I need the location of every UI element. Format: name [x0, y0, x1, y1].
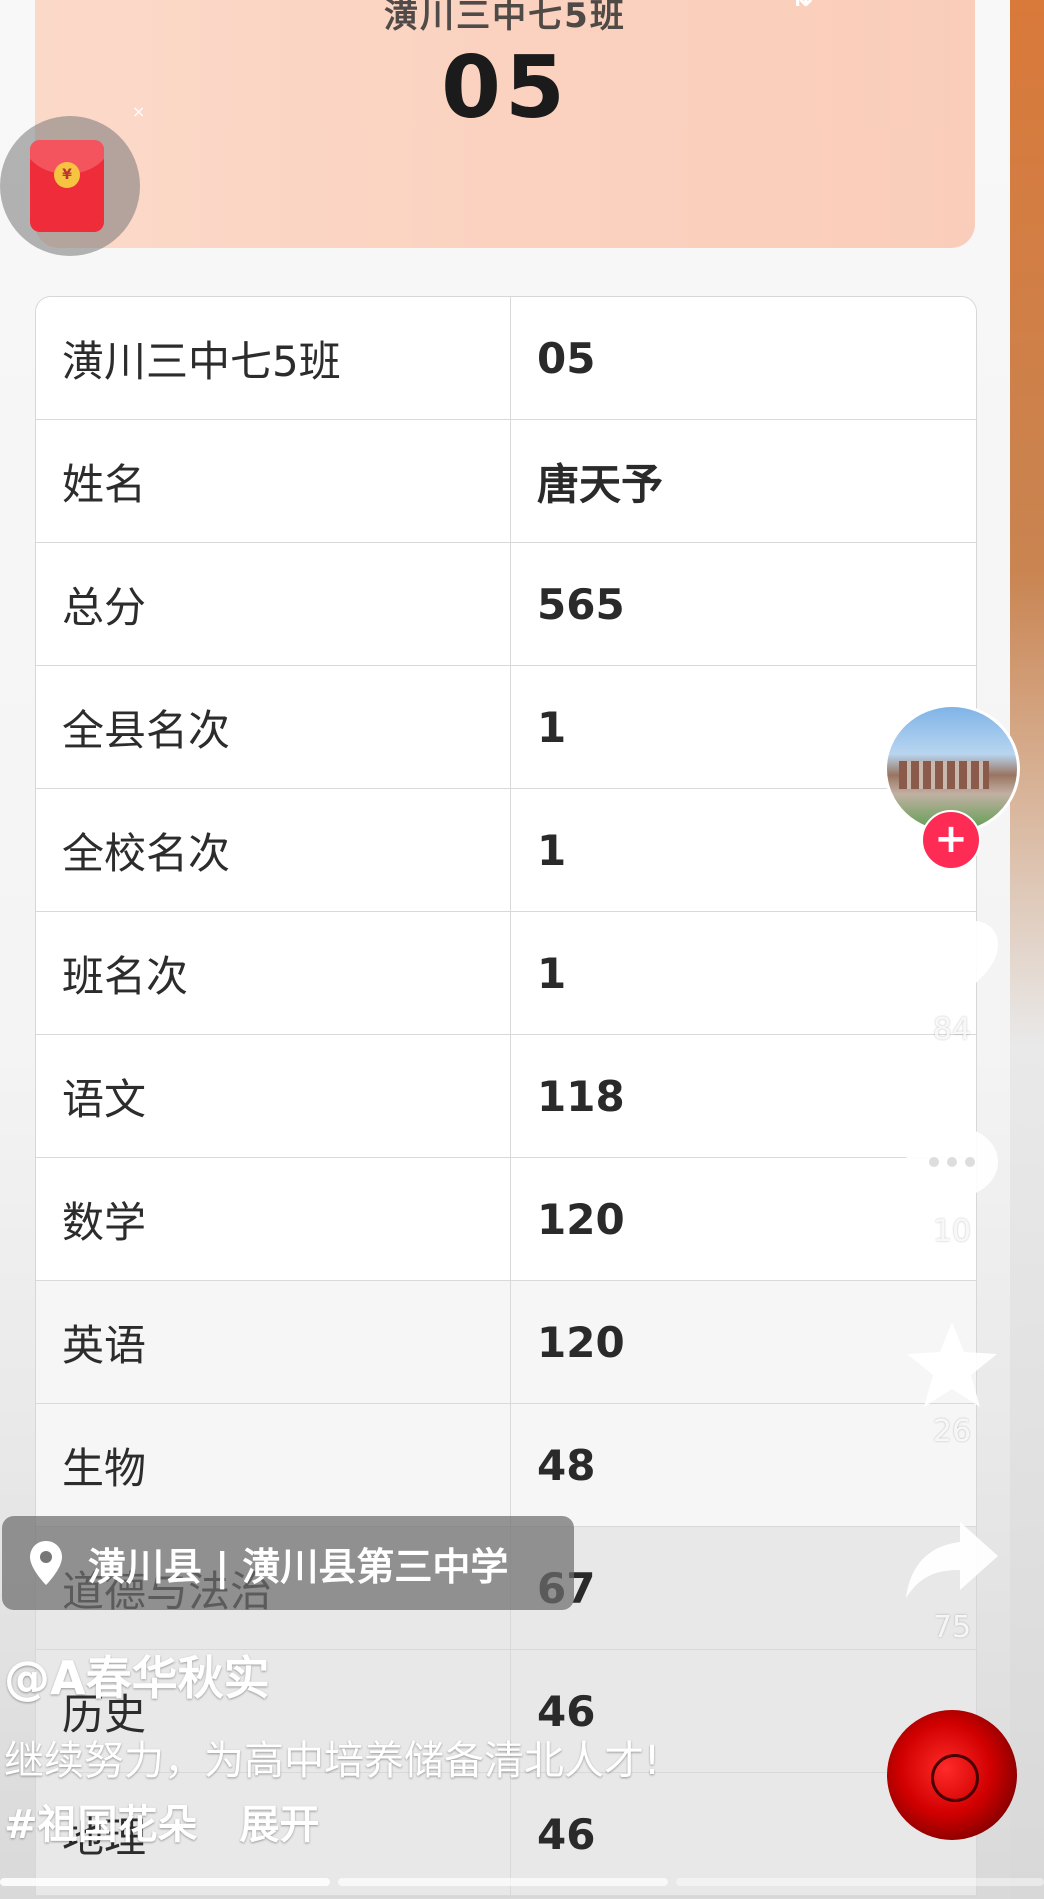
- header-title: 潢川三中七5班: [384, 0, 626, 36]
- table-row: 英语 120: [36, 1281, 976, 1404]
- author-name[interactable]: @A春华秋实: [4, 1642, 270, 1708]
- row-label: 全县名次: [36, 666, 511, 788]
- progress-bar[interactable]: [0, 1878, 1044, 1886]
- red-packet-icon: ¥: [30, 140, 104, 232]
- location-chip[interactable]: 潢川县 | 潢川县第三中学: [2, 1516, 574, 1610]
- hashtag-link[interactable]: #祖国花朵: [4, 1802, 198, 1848]
- table-row: 潢川三中七5班 05: [36, 297, 976, 420]
- share-icon: [906, 1522, 998, 1598]
- table-row: 总分 565: [36, 543, 976, 666]
- row-label: 姓名: [36, 420, 511, 542]
- video-screen: 潢川三中七5班 05 ⇅ × ¥ 潢川三中七5班05姓名唐天予总分565全县名次…: [0, 0, 1044, 1899]
- favorite-count: 26: [932, 1414, 972, 1449]
- comment-button[interactable]: 10: [900, 1120, 1004, 1249]
- favorite-button[interactable]: 26: [900, 1320, 1004, 1449]
- row-value: 05: [537, 333, 596, 383]
- row-label: 班名次: [36, 912, 511, 1034]
- table-row: 数学 120: [36, 1158, 976, 1281]
- comment-count: 10: [932, 1214, 972, 1249]
- close-icon[interactable]: ×: [132, 102, 145, 121]
- row-label: 生物: [36, 1404, 511, 1526]
- table-row: 全校名次 1: [36, 789, 976, 912]
- music-disc-icon[interactable]: [887, 1710, 1017, 1840]
- like-button[interactable]: 84: [900, 918, 1004, 1047]
- edge-strip: [1010, 0, 1044, 1899]
- table-row: 全县名次 1: [36, 666, 976, 789]
- heart-icon: [906, 921, 998, 1002]
- row-label: 英语: [36, 1281, 511, 1403]
- red-packet-button[interactable]: ¥: [0, 116, 140, 256]
- location-pin-icon: [30, 1541, 62, 1585]
- progress-segment: [0, 1878, 330, 1886]
- share-button[interactable]: 75: [900, 1516, 1004, 1645]
- caption-text: 继续努力，为高中培养储备清北人才!: [4, 1738, 661, 1784]
- caption-tags: #祖国花朵 展开: [4, 1792, 347, 1850]
- header-class-code: 05: [441, 38, 569, 138]
- table-row: 生物 48: [36, 1404, 976, 1527]
- like-count: 84: [932, 1012, 972, 1047]
- row-value: 唐天予: [537, 459, 664, 509]
- row-value: 565: [537, 579, 625, 629]
- comment-icon: [906, 1126, 998, 1206]
- table-row: 班名次 1: [36, 912, 976, 1035]
- header-card: 潢川三中七5班 05 ⇅: [35, 0, 975, 248]
- row-label: 总分: [36, 543, 511, 665]
- progress-segment: [676, 1878, 1044, 1886]
- row-label: 全校名次: [36, 789, 511, 911]
- share-count: 75: [932, 1610, 972, 1645]
- expand-link[interactable]: 展开: [239, 1802, 319, 1848]
- progress-segment: [338, 1878, 668, 1886]
- location-text: 潢川县 | 潢川县第三中学: [88, 1544, 509, 1589]
- row-label: 语文: [36, 1035, 511, 1157]
- header-sort-icon: ⇅: [790, 0, 830, 13]
- follow-button[interactable]: +: [921, 810, 981, 870]
- table-row: 姓名 唐天予: [36, 420, 976, 543]
- row-label: 数学: [36, 1158, 511, 1280]
- row-label: 潢川三中七5班: [36, 297, 511, 419]
- table-row: 语文 118: [36, 1035, 976, 1158]
- star-icon: [907, 1322, 997, 1407]
